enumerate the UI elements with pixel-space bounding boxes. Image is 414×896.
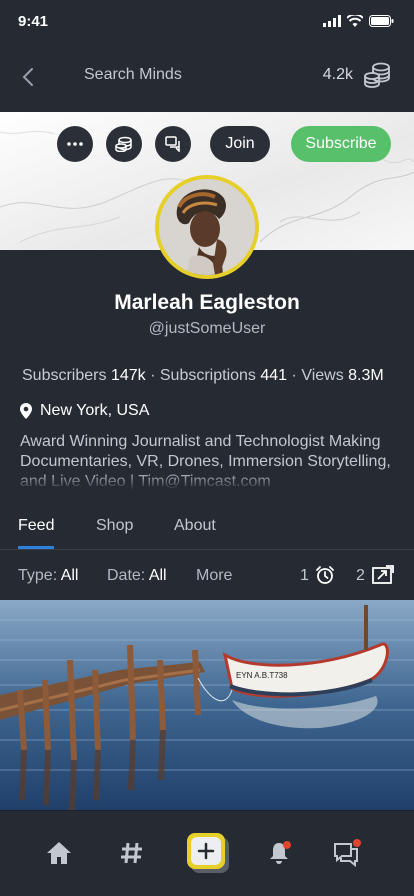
channel-name: Marleah Eagleston xyxy=(114,291,300,314)
search-input[interactable]: Search Minds xyxy=(84,66,182,84)
back-button[interactable] xyxy=(14,62,42,92)
channel-username: @justSomeUser xyxy=(148,320,266,337)
views-label: Views xyxy=(301,367,344,384)
channel-bio: Award Winning Journalist and Technologis… xyxy=(20,432,400,490)
message-dot xyxy=(353,839,361,847)
tab-about[interactable]: About xyxy=(174,517,216,535)
hashtag-icon xyxy=(121,842,142,864)
active-tab-indicator xyxy=(18,546,54,549)
nav-notifications[interactable] xyxy=(262,835,298,871)
signal-icon xyxy=(323,15,341,27)
feed-post-image[interactable]: EYN A.B.T738 xyxy=(0,600,414,810)
nav-home[interactable] xyxy=(41,835,77,871)
subscribe-button[interactable]: Subscribe xyxy=(291,126,391,162)
coins-stack-icon[interactable] xyxy=(362,60,392,90)
bio-text: Award Winning Journalist and Technologis… xyxy=(20,433,391,490)
views-stat: Views 8.3M xyxy=(301,367,383,384)
subscriptions-link[interactable]: Subscriptions 441 xyxy=(160,367,287,384)
chevron-left-icon xyxy=(22,68,33,86)
profile-tabs: Feed Shop About xyxy=(0,505,414,550)
more-button[interactable] xyxy=(57,126,93,162)
type-filter-label: Type: xyxy=(18,567,58,584)
boosted-count: 2 xyxy=(356,567,365,584)
views-count: 8.3M xyxy=(348,367,384,384)
tab-shop[interactable]: Shop xyxy=(96,517,133,535)
location: New York, USA xyxy=(20,402,149,420)
more-filter[interactable]: More xyxy=(196,567,232,585)
subscriptions-count: 441 xyxy=(260,367,288,384)
type-filter-value: All xyxy=(60,567,79,584)
date-filter-label: Date: xyxy=(107,567,146,584)
boost-icon[interactable] xyxy=(372,565,394,585)
status-bar: 9:41 xyxy=(0,0,414,46)
subscribers-link[interactable]: Subscribers 147k xyxy=(22,367,146,384)
tab-feed[interactable]: Feed xyxy=(18,517,54,535)
plus-icon xyxy=(197,842,215,860)
join-button[interactable]: Join xyxy=(210,126,270,162)
boat-registration: EYN A.B.T738 xyxy=(236,671,288,680)
subscribers-label: Subscribers xyxy=(22,367,107,384)
date-filter[interactable]: Date: All xyxy=(107,567,167,585)
feed-filters: Type: All Date: All More 1 2 xyxy=(0,560,414,592)
compose-button xyxy=(187,833,225,869)
channel-actions: Join Subscribe xyxy=(0,126,414,162)
nav-messenger[interactable] xyxy=(329,835,365,871)
wifi-icon xyxy=(347,15,363,27)
date-filter-value: All xyxy=(148,567,167,584)
avatar-image xyxy=(159,179,255,275)
subscriptions-label: Subscriptions xyxy=(159,367,256,384)
home-icon xyxy=(47,842,71,864)
wallet-button[interactable] xyxy=(106,126,142,162)
location-pin-icon xyxy=(20,403,32,419)
status-time: 9:41 xyxy=(18,13,49,30)
top-bar: Search Minds 4.2k xyxy=(0,46,414,112)
channel-stats: Subscribers 147k · Subscriptions 441 · V… xyxy=(22,367,384,385)
subscribers-count: 147k xyxy=(110,367,146,384)
messenger-icon xyxy=(334,839,361,867)
chat-icon xyxy=(165,136,180,152)
token-balance[interactable]: 4.2k xyxy=(323,66,353,84)
stats-separator: · xyxy=(291,367,297,384)
bell-icon xyxy=(270,841,291,864)
scheduled-count: 1 xyxy=(300,567,309,584)
alarm-clock-icon[interactable] xyxy=(315,565,335,585)
stats-separator: · xyxy=(150,367,156,384)
nav-discovery[interactable] xyxy=(114,835,150,871)
notification-dot xyxy=(283,841,291,849)
status-icons xyxy=(323,15,394,27)
chat-button[interactable] xyxy=(155,126,191,162)
nav-compose[interactable] xyxy=(187,833,229,873)
more-dots-icon xyxy=(67,142,83,146)
coins-icon xyxy=(115,136,132,152)
type-filter[interactable]: Type: All xyxy=(18,567,78,585)
avatar[interactable] xyxy=(155,175,259,279)
location-text: New York, USA xyxy=(40,402,150,419)
bottom-navigation xyxy=(0,810,414,896)
battery-icon xyxy=(369,15,394,27)
